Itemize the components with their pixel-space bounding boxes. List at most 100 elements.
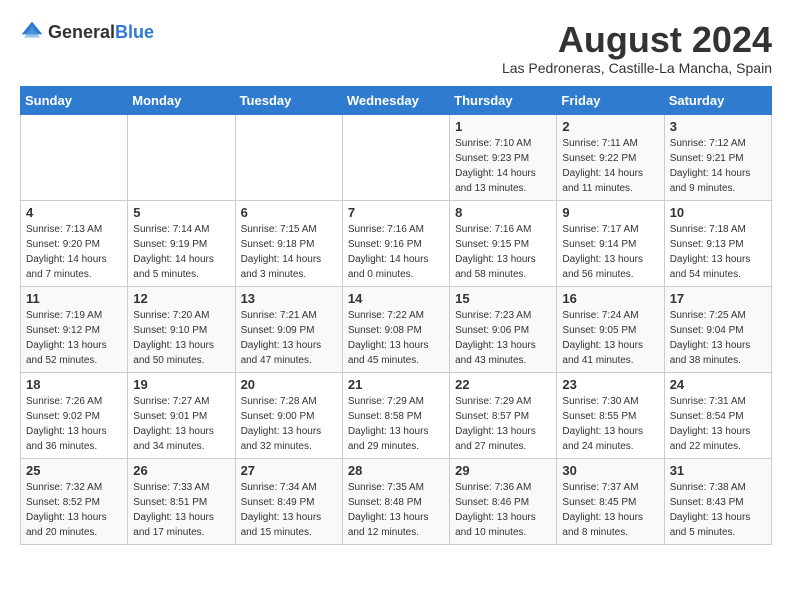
header-day-friday: Friday — [557, 86, 664, 114]
day-info: Sunrise: 7:33 AM Sunset: 8:51 PM Dayligh… — [133, 480, 229, 540]
day-info: Sunrise: 7:38 AM Sunset: 8:43 PM Dayligh… — [670, 480, 766, 540]
day-number: 17 — [670, 291, 766, 306]
day-info: Sunrise: 7:17 AM Sunset: 9:14 PM Dayligh… — [562, 222, 658, 282]
day-number: 24 — [670, 377, 766, 392]
day-info: Sunrise: 7:16 AM Sunset: 9:16 PM Dayligh… — [348, 222, 444, 282]
calendar-body: 1Sunrise: 7:10 AM Sunset: 9:23 PM Daylig… — [21, 114, 772, 544]
day-info: Sunrise: 7:12 AM Sunset: 9:21 PM Dayligh… — [670, 136, 766, 196]
calendar-cell: 10 Sunrise: 7:18 AM Sunset: 9:13 PM Dayli… — [664, 200, 771, 286]
day-info: Sunrise: 7:25 AM Sunset: 9:04 PM Dayligh… — [670, 308, 766, 368]
day-info: Sunrise: 7:26 AM Sunset: 9:02 PM Dayligh… — [26, 394, 122, 454]
calendar-cell: 20 Sunrise: 7:28 AM Sunset: 9:00 PM Dayli… — [235, 372, 342, 458]
day-number: 21 — [348, 377, 444, 392]
calendar-cell: 16 Sunrise: 7:24 AM Sunset: 9:05 PM Dayli… — [557, 286, 664, 372]
day-number: 9 — [562, 205, 658, 220]
calendar-cell: 29 Sunrise: 7:36 AM Sunset: 8:46 PM Dayli… — [450, 458, 557, 544]
calendar-cell: 9 Sunrise: 7:17 AM Sunset: 9:14 PM Daylig… — [557, 200, 664, 286]
calendar-cell: 27Sunrise: 7:34 AM Sunset: 8:49 PM Dayli… — [235, 458, 342, 544]
calendar-cell — [235, 114, 342, 200]
calendar-cell: 30Sunrise: 7:37 AM Sunset: 8:45 PM Dayli… — [557, 458, 664, 544]
month-year: August 2024 — [502, 20, 772, 60]
header-day-thursday: Thursday — [450, 86, 557, 114]
logo: GeneralBlue — [20, 20, 154, 44]
day-info: Sunrise: 7:28 AM Sunset: 9:00 PM Dayligh… — [241, 394, 337, 454]
calendar-cell: 25Sunrise: 7:32 AM Sunset: 8:52 PM Dayli… — [21, 458, 128, 544]
calendar-cell: 31 Sunrise: 7:38 AM Sunset: 8:43 PM Dayli… — [664, 458, 771, 544]
calendar-cell: 19 Sunrise: 7:27 AM Sunset: 9:01 PM Dayli… — [128, 372, 235, 458]
day-info: Sunrise: 7:18 AM Sunset: 9:13 PM Dayligh… — [670, 222, 766, 282]
day-number: 28 — [348, 463, 444, 478]
day-number: 22 — [455, 377, 551, 392]
calendar-cell — [21, 114, 128, 200]
day-info: Sunrise: 7:29 AM Sunset: 8:57 PM Dayligh… — [455, 394, 551, 454]
calendar-cell: 3 Sunrise: 7:12 AM Sunset: 9:21 PM Daylig… — [664, 114, 771, 200]
location: Las Pedroneras, Castille-La Mancha, Spai… — [502, 60, 772, 76]
calendar-cell: 8 Sunrise: 7:16 AM Sunset: 9:15 PM Daylig… — [450, 200, 557, 286]
calendar-cell: 13Sunrise: 7:21 AM Sunset: 9:09 PM Dayli… — [235, 286, 342, 372]
day-info: Sunrise: 7:27 AM Sunset: 9:01 PM Dayligh… — [133, 394, 229, 454]
calendar-cell: 6 Sunrise: 7:15 AM Sunset: 9:18 PM Daylig… — [235, 200, 342, 286]
day-number: 19 — [133, 377, 229, 392]
day-info: Sunrise: 7:31 AM Sunset: 8:54 PM Dayligh… — [670, 394, 766, 454]
day-number: 11 — [26, 291, 122, 306]
day-number: 29 — [455, 463, 551, 478]
calendar-cell: 1Sunrise: 7:10 AM Sunset: 9:23 PM Daylig… — [450, 114, 557, 200]
title-area: August 2024 Las Pedroneras, Castille-La … — [502, 20, 772, 76]
calendar-week-row: 18 Sunrise: 7:26 AM Sunset: 9:02 PM Dayli… — [21, 372, 772, 458]
calendar-table: SundayMondayTuesdayWednesdayThursdayFrid… — [20, 86, 772, 545]
calendar-cell: 5Sunrise: 7:14 AM Sunset: 9:19 PM Daylig… — [128, 200, 235, 286]
day-number: 12 — [133, 291, 229, 306]
day-info: Sunrise: 7:23 AM Sunset: 9:06 PM Dayligh… — [455, 308, 551, 368]
day-number: 6 — [241, 205, 337, 220]
day-number: 23 — [562, 377, 658, 392]
calendar-cell: 4 Sunrise: 7:13 AM Sunset: 9:20 PM Daylig… — [21, 200, 128, 286]
day-info: Sunrise: 7:35 AM Sunset: 8:48 PM Dayligh… — [348, 480, 444, 540]
calendar-week-row: 4 Sunrise: 7:13 AM Sunset: 9:20 PM Daylig… — [21, 200, 772, 286]
day-number: 10 — [670, 205, 766, 220]
calendar-cell: 21 Sunrise: 7:29 AM Sunset: 8:58 PM Dayli… — [342, 372, 449, 458]
day-info: Sunrise: 7:16 AM Sunset: 9:15 PM Dayligh… — [455, 222, 551, 282]
day-info: Sunrise: 7:19 AM Sunset: 9:12 PM Dayligh… — [26, 308, 122, 368]
day-number: 31 — [670, 463, 766, 478]
calendar-cell: 15 Sunrise: 7:23 AM Sunset: 9:06 PM Dayli… — [450, 286, 557, 372]
day-info: Sunrise: 7:22 AM Sunset: 9:08 PM Dayligh… — [348, 308, 444, 368]
calendar-cell: 22 Sunrise: 7:29 AM Sunset: 8:57 PM Dayli… — [450, 372, 557, 458]
header-day-saturday: Saturday — [664, 86, 771, 114]
logo-icon — [20, 20, 44, 44]
day-info: Sunrise: 7:37 AM Sunset: 8:45 PM Dayligh… — [562, 480, 658, 540]
day-number: 26 — [133, 463, 229, 478]
header-day-sunday: Sunday — [21, 86, 128, 114]
day-info: Sunrise: 7:36 AM Sunset: 8:46 PM Dayligh… — [455, 480, 551, 540]
calendar-cell: 7Sunrise: 7:16 AM Sunset: 9:16 PM Daylig… — [342, 200, 449, 286]
day-info: Sunrise: 7:11 AM Sunset: 9:22 PM Dayligh… — [562, 136, 658, 196]
day-number: 15 — [455, 291, 551, 306]
day-info: Sunrise: 7:13 AM Sunset: 9:20 PM Dayligh… — [26, 222, 122, 282]
day-number: 3 — [670, 119, 766, 134]
day-number: 8 — [455, 205, 551, 220]
calendar-cell: 23 Sunrise: 7:30 AM Sunset: 8:55 PM Dayli… — [557, 372, 664, 458]
calendar-header-row: SundayMondayTuesdayWednesdayThursdayFrid… — [21, 86, 772, 114]
day-info: Sunrise: 7:30 AM Sunset: 8:55 PM Dayligh… — [562, 394, 658, 454]
calendar-cell: 17 Sunrise: 7:25 AM Sunset: 9:04 PM Dayli… — [664, 286, 771, 372]
day-number: 20 — [241, 377, 337, 392]
calendar-cell: 11 Sunrise: 7:19 AM Sunset: 9:12 PM Dayli… — [21, 286, 128, 372]
day-number: 4 — [26, 205, 122, 220]
calendar-cell: 24 Sunrise: 7:31 AM Sunset: 8:54 PM Dayli… — [664, 372, 771, 458]
header-day-monday: Monday — [128, 86, 235, 114]
day-info: Sunrise: 7:10 AM Sunset: 9:23 PM Dayligh… — [455, 136, 551, 196]
header-day-tuesday: Tuesday — [235, 86, 342, 114]
day-info: Sunrise: 7:29 AM Sunset: 8:58 PM Dayligh… — [348, 394, 444, 454]
day-number: 18 — [26, 377, 122, 392]
header-day-wednesday: Wednesday — [342, 86, 449, 114]
logo-text-general: General — [48, 22, 115, 42]
calendar-cell: 12Sunrise: 7:20 AM Sunset: 9:10 PM Dayli… — [128, 286, 235, 372]
calendar-week-row: 1Sunrise: 7:10 AM Sunset: 9:23 PM Daylig… — [21, 114, 772, 200]
day-info: Sunrise: 7:32 AM Sunset: 8:52 PM Dayligh… — [26, 480, 122, 540]
day-info: Sunrise: 7:15 AM Sunset: 9:18 PM Dayligh… — [241, 222, 337, 282]
calendar-cell: 14Sunrise: 7:22 AM Sunset: 9:08 PM Dayli… — [342, 286, 449, 372]
day-info: Sunrise: 7:24 AM Sunset: 9:05 PM Dayligh… — [562, 308, 658, 368]
day-info: Sunrise: 7:21 AM Sunset: 9:09 PM Dayligh… — [241, 308, 337, 368]
calendar-week-row: 25Sunrise: 7:32 AM Sunset: 8:52 PM Dayli… — [21, 458, 772, 544]
day-number: 16 — [562, 291, 658, 306]
day-info: Sunrise: 7:14 AM Sunset: 9:19 PM Dayligh… — [133, 222, 229, 282]
